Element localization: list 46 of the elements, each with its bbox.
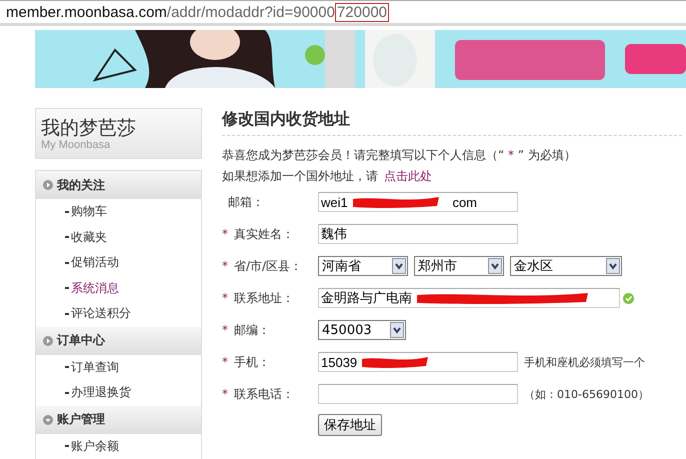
bullet-icon [43,414,53,424]
field-hint: （如：010-65690100） [524,386,649,402]
required-mark: * [222,323,228,337]
bullet-icon [43,180,53,190]
required-mark: * [222,355,228,369]
url-text[interactable]: member.moonbasa.com/addr/modaddr?id=90000720000 [6,4,390,20]
foreign-address-text: 如果想添加一个国外地址，请 [222,168,378,185]
menu-link[interactable]: 订单查询 [71,358,119,376]
sidebar-subtitle: My Moonbasa [41,139,112,151]
sidebar-title: 我的梦芭莎 [41,117,137,139]
page-title: 修改国内收货地址 [222,108,682,136]
menu-link[interactable]: 账户余额 [71,438,119,455]
menu-link[interactable]: 系统消息 [71,280,119,297]
menu-link[interactable]: 收藏夹 [71,228,107,246]
field-label: 省/市/区县： [234,258,302,274]
save-button[interactable]: 保存地址 [318,414,382,436]
section-header[interactable]: 订单中心 [36,326,201,354]
field-hint: 手机和座机必须填写一个 [524,354,645,370]
input-field[interactable]: 魏伟 [318,224,518,244]
section-header[interactable]: 账户管理 [36,406,201,434]
bullet-icon [43,336,53,346]
required-mark: * [222,387,228,401]
intro-text: 恭喜您成为梦芭莎会员！请完整填写以下个人信息（“ * ” 为必填） [222,147,577,164]
required-mark: * [222,291,228,305]
click-here-link[interactable]: 点击此处 [384,166,432,186]
menu-link[interactable]: 办理退换货 [71,384,131,402]
required-mark: * [222,259,228,273]
dropdown[interactable]: 金水区 [510,256,622,276]
required-mark: * [222,227,228,241]
field-label: 邮编： [234,322,270,338]
input-field[interactable]: 金明路与广电南 [318,288,620,308]
dropdown[interactable]: 河南省 [318,256,408,276]
input-field[interactable]: wei1 com [318,192,518,212]
section-header[interactable]: 我的关注 [36,171,201,199]
input-field[interactable] [318,384,518,404]
dropdown[interactable]: 450003 [318,320,406,340]
menu-link[interactable]: 购物车 [71,203,107,220]
input-field[interactable]: 15039 [318,352,518,372]
menu-link[interactable]: 促销活动 [71,254,119,272]
field-label: 真实姓名： [234,226,294,242]
dropdown[interactable]: 郑州市 [414,256,504,276]
field-label: 邮箱： [228,194,264,210]
field-label: 联系电话： [234,386,294,402]
menu-link[interactable]: 评论送积分 [71,305,131,322]
field-label: 手机： [234,354,270,370]
field-label: 联系地址： [234,290,294,306]
